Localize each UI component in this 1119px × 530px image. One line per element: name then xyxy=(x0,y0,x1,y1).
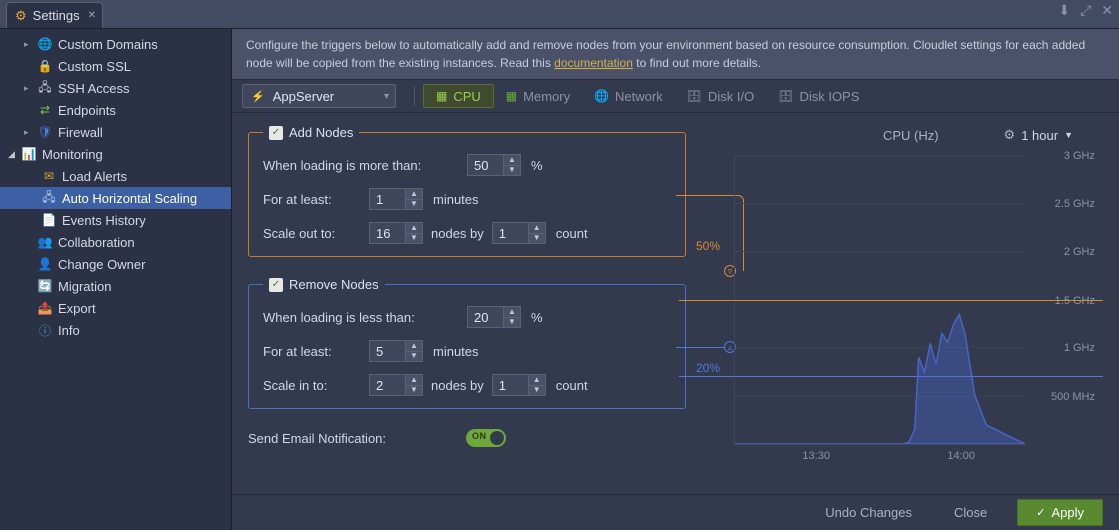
download-icon[interactable]: ⬇ xyxy=(1058,2,1070,19)
add-when-input[interactable] xyxy=(468,155,504,175)
close-tab-icon[interactable]: ✕ xyxy=(88,10,96,21)
sidebar-item-custom-ssl[interactable]: 🔒Custom SSL xyxy=(0,55,231,77)
sidebar-item-events-history[interactable]: 📄Events History xyxy=(0,209,231,231)
spin-up-icon[interactable]: ▲ xyxy=(504,155,520,166)
remove-threshold-pct: 20% xyxy=(696,361,720,375)
add-nodes-box: ✓ Add Nodes When loading is more than: ▲… xyxy=(248,125,686,257)
remove-scale-input[interactable] xyxy=(370,375,406,395)
remove-step-input[interactable] xyxy=(493,375,529,395)
remove-nodes-checkbox[interactable]: ✓ xyxy=(269,278,283,292)
close-button[interactable]: Close xyxy=(942,500,999,525)
tab-disk-iops[interactable]: 🗄Disk IOPS xyxy=(766,84,871,108)
remove-for-spinner[interactable]: ▲▼ xyxy=(369,340,423,362)
add-step-input[interactable] xyxy=(493,223,529,243)
add-for-input[interactable] xyxy=(370,189,406,209)
remove-when-label: When loading is less than: xyxy=(263,310,467,325)
tab-bar: ⚙ Settings ✕ ⬇ ⤢ ✕ xyxy=(0,0,1119,28)
sidebar-item-info[interactable]: ⓘInfo xyxy=(0,319,231,341)
email-label: Send Email Notification: xyxy=(248,431,386,446)
tab-network[interactable]: 🌐Network xyxy=(582,84,675,108)
server-select[interactable]: ⚡ AppServer xyxy=(242,84,396,108)
expand-icon[interactable]: ⤢ xyxy=(1080,2,1091,19)
apply-button[interactable]: ✓Apply xyxy=(1017,499,1103,526)
add-nodes-legend: ✓ Add Nodes xyxy=(263,125,359,140)
sidebar-item-change-owner[interactable]: 👤Change Owner xyxy=(0,253,231,275)
tab-title: Settings xyxy=(33,8,80,23)
chevron-down-icon: ▼ xyxy=(1064,130,1073,140)
sidebar-item-export[interactable]: 📤Export xyxy=(0,297,231,319)
chart-plot[interactable]: 3 GHz 2.5 GHz 2 GHz 1.5 GHz 1 GHz 500 MH… xyxy=(734,155,1025,445)
undo-button[interactable]: Undo Changes xyxy=(813,500,924,525)
add-for-spinner[interactable]: ▲▼ xyxy=(369,188,423,210)
toggle-knob xyxy=(490,431,504,445)
remove-when-input[interactable] xyxy=(468,307,504,327)
time-range-select[interactable]: ⚙ 1 hour ▼ xyxy=(1004,127,1073,143)
bolt-icon: ⚡ xyxy=(251,90,265,103)
remove-nodes-box: ✓ Remove Nodes When loading is less than… xyxy=(248,277,686,409)
sidebar-item-load-alerts[interactable]: ✉Load Alerts xyxy=(0,165,231,187)
remove-scale-label: Scale in to: xyxy=(263,378,369,393)
description-bar: Configure the triggers below to automati… xyxy=(232,29,1119,79)
add-scale-input[interactable] xyxy=(370,223,406,243)
gear-icon: ⚙ xyxy=(15,8,27,24)
email-toggle[interactable]: ON xyxy=(466,429,506,447)
add-nodes-checkbox[interactable]: ✓ xyxy=(269,126,283,140)
documentation-link[interactable]: documentation xyxy=(554,56,633,70)
check-icon: ✓ xyxy=(1036,506,1045,519)
cpu-icon: ▦ xyxy=(436,89,447,103)
tab-memory[interactable]: ▦Memory xyxy=(494,84,582,108)
gear-icon: ⚙ xyxy=(1004,127,1016,143)
add-step-spinner[interactable]: ▲▼ xyxy=(492,222,546,244)
sidebar-item-auto-horizontal-scaling[interactable]: 🖧Auto Horizontal Scaling xyxy=(0,187,231,209)
separator xyxy=(414,86,415,106)
sidebar-item-migration[interactable]: 🔄Migration xyxy=(0,275,231,297)
footer: Undo Changes Close ✓Apply xyxy=(232,494,1119,530)
close-window-icon[interactable]: ✕ xyxy=(1101,2,1113,19)
resource-toolbar: ⚡ AppServer ▦CPU ▦Memory 🌐Network 🗄Disk … xyxy=(232,79,1119,113)
chart-panel: CPU (Hz) ⚙ 1 hour ▼ 3 GHz 2.5 GHz 2 GHz … xyxy=(734,125,1103,494)
sidebar-item-endpoints[interactable]: ⇄Endpoints xyxy=(0,99,231,121)
settings-sidebar: ▸🌐Custom Domains 🔒Custom SSL ▸🖧SSH Acces… xyxy=(0,29,232,530)
remove-step-spinner[interactable]: ▲▼ xyxy=(492,374,546,396)
remove-for-input[interactable] xyxy=(370,341,406,361)
sidebar-item-monitoring[interactable]: ◢📊Monitoring xyxy=(0,143,231,165)
memory-icon: ▦ xyxy=(506,89,517,103)
settings-tab[interactable]: ⚙ Settings ✕ xyxy=(6,2,103,28)
sidebar-item-custom-domains[interactable]: ▸🌐Custom Domains xyxy=(0,33,231,55)
tab-cpu[interactable]: ▦CPU xyxy=(423,84,494,108)
remove-scale-spinner[interactable]: ▲▼ xyxy=(369,374,423,396)
add-when-label: When loading is more than: xyxy=(263,158,467,173)
remove-for-label: For at least: xyxy=(263,344,369,359)
sidebar-item-ssh-access[interactable]: ▸🖧SSH Access xyxy=(0,77,231,99)
remove-nodes-legend: ✓ Remove Nodes xyxy=(263,277,385,292)
chart-area xyxy=(735,155,1025,444)
remove-when-spinner[interactable]: ▲▼ xyxy=(467,306,521,328)
sidebar-item-collaboration[interactable]: 👥Collaboration xyxy=(0,231,231,253)
server-label: AppServer xyxy=(273,89,334,104)
add-for-label: For at least: xyxy=(263,192,369,207)
add-when-spinner[interactable]: ▲▼ xyxy=(467,154,521,176)
add-threshold-pct: 50% xyxy=(696,239,720,253)
tab-disk-io[interactable]: 🗄Disk I/O xyxy=(675,84,766,108)
spin-down-icon[interactable]: ▼ xyxy=(504,166,520,176)
chart-title: CPU (Hz) xyxy=(818,128,1004,143)
sidebar-item-firewall[interactable]: ▸🛡Firewall xyxy=(0,121,231,143)
network-icon: 🌐 xyxy=(594,89,609,103)
disk-io-icon: 🗄 xyxy=(687,89,702,103)
add-scale-label: Scale out to: xyxy=(263,226,369,241)
window-controls: ⬇ ⤢ ✕ xyxy=(1058,2,1113,19)
disk-iops-icon: 🗄 xyxy=(778,89,793,103)
add-scale-spinner[interactable]: ▲▼ xyxy=(369,222,423,244)
